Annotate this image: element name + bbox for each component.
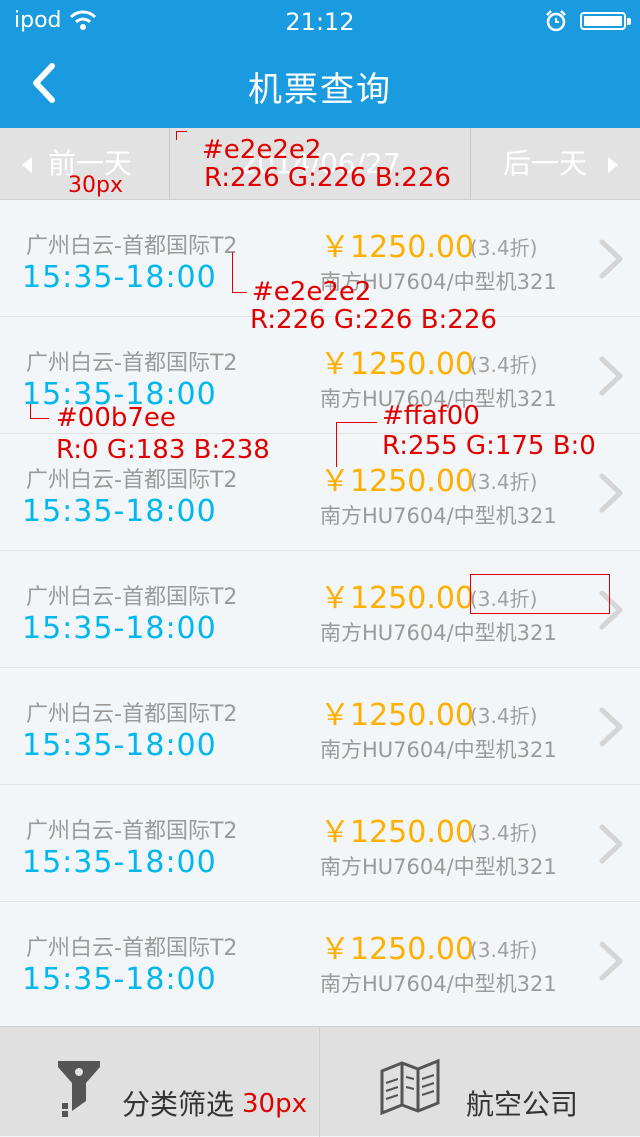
time-range: 15:35-18:00 bbox=[22, 260, 217, 295]
route-label: 广州白云-首都国际T2 bbox=[26, 702, 238, 727]
next-day-button[interactable]: 后一天 bbox=[470, 128, 640, 200]
tab-airline-label: 航空公司 bbox=[466, 1088, 579, 1121]
time-range: 15:35-18:00 bbox=[22, 377, 217, 412]
flight-info: 南方HU7604/中型机321 bbox=[320, 387, 557, 411]
chevron-right-icon bbox=[596, 823, 626, 865]
selected-date: 2014/06/27 bbox=[239, 147, 401, 180]
time-range: 15:35-18:00 bbox=[22, 611, 217, 646]
battery-icon bbox=[580, 12, 631, 30]
discount-label: (3.4折) bbox=[470, 938, 538, 962]
flight-info: 南方HU7604/中型机321 bbox=[320, 504, 557, 528]
discount-label: (3.4折) bbox=[470, 353, 538, 377]
route-label: 广州白云-首都国际T2 bbox=[26, 468, 238, 493]
next-day-label: 后一天 bbox=[503, 147, 588, 180]
price: ￥1250.00 bbox=[320, 464, 475, 499]
previous-day-label: 前一天 bbox=[48, 147, 133, 180]
flight-row[interactable]: 广州白云-首都国际T2 15:35-18:00 ￥1250.00 (3.4折) … bbox=[0, 785, 640, 902]
route-label: 广州白云-首都国际T2 bbox=[26, 819, 238, 844]
map-buildings-icon bbox=[378, 1057, 442, 1119]
route-label: 广州白云-首都国际T2 bbox=[26, 351, 238, 376]
discount-label: (3.4折) bbox=[470, 704, 538, 728]
status-bar: ipod 21:12 bbox=[0, 0, 640, 40]
price: ￥1250.00 bbox=[320, 932, 475, 967]
time-range: 15:35-18:00 bbox=[22, 962, 217, 997]
route-label: 广州白云-首都国际T2 bbox=[26, 936, 238, 961]
route-label: 广州白云-首都国际T2 bbox=[26, 585, 238, 610]
time-range: 15:35-18:00 bbox=[22, 845, 217, 880]
time-range: 15:35-18:00 bbox=[22, 494, 217, 529]
flight-row[interactable]: 广州白云-首都国际T2 15:35-18:00 ￥1250.00 (3.4折) … bbox=[0, 551, 640, 668]
chevron-right-icon bbox=[596, 706, 626, 748]
tab-airline[interactable]: 航空公司 bbox=[320, 1027, 640, 1137]
header-bar: 机票查询 bbox=[0, 40, 640, 128]
flight-info: 南方HU7604/中型机321 bbox=[320, 270, 557, 294]
discount-label: (3.4折) bbox=[470, 821, 538, 845]
tab-filter-label: 分类筛选 bbox=[122, 1088, 235, 1121]
time-range: 15:35-18:00 bbox=[22, 728, 217, 763]
chevron-right-icon bbox=[596, 238, 626, 280]
discount-label: (3.4折) bbox=[470, 236, 538, 260]
triangle-right-icon bbox=[608, 157, 618, 173]
flight-row[interactable]: 广州白云-首都国际T2 15:35-18:00 ￥1250.00 (3.4折) … bbox=[0, 317, 640, 434]
tab-filter[interactable]: 分类筛选 bbox=[0, 1027, 320, 1137]
price: ￥1250.00 bbox=[320, 815, 475, 850]
chevron-right-icon bbox=[596, 472, 626, 514]
discount-label: (3.4折) bbox=[470, 470, 538, 494]
flight-list: 广州白云-首都国际T2 15:35-18:00 ￥1250.00 (3.4折) … bbox=[0, 200, 640, 1026]
flight-info: 南方HU7604/中型机321 bbox=[320, 738, 557, 762]
date-bar: 前一天 2014/06/27 后一天 bbox=[0, 128, 640, 200]
price: ￥1250.00 bbox=[320, 347, 475, 382]
price: ￥1250.00 bbox=[320, 698, 475, 733]
previous-day-button[interactable]: 前一天 bbox=[0, 128, 170, 200]
flight-info: 南方HU7604/中型机321 bbox=[320, 855, 557, 879]
page-title: 机票查询 bbox=[248, 70, 392, 110]
bottom-tab-bar: 分类筛选 航空公司 bbox=[0, 1026, 640, 1137]
flight-row[interactable]: 广州白云-首都国际T2 15:35-18:00 ￥1250.00 (3.4折) … bbox=[0, 668, 640, 785]
flight-info: 南方HU7604/中型机321 bbox=[320, 972, 557, 996]
discount-label: (3.4折) bbox=[470, 587, 538, 611]
flight-row[interactable]: 广州白云-首都国际T2 15:35-18:00 ￥1250.00 (3.4折) … bbox=[0, 200, 640, 317]
filter-funnel-icon bbox=[56, 1057, 102, 1123]
price: ￥1250.00 bbox=[320, 230, 475, 265]
flight-row[interactable]: 广州白云-首都国际T2 15:35-18:00 ￥1250.00 (3.4折) … bbox=[0, 902, 640, 1026]
chevron-right-icon bbox=[596, 940, 626, 982]
chevron-right-icon bbox=[596, 589, 626, 631]
flight-row[interactable]: 广州白云-首都国际T2 15:35-18:00 ￥1250.00 (3.4折) … bbox=[0, 434, 640, 551]
flight-info: 南方HU7604/中型机321 bbox=[320, 621, 557, 645]
triangle-left-icon bbox=[22, 157, 32, 173]
price: ￥1250.00 bbox=[320, 581, 475, 616]
route-label: 广州白云-首都国际T2 bbox=[26, 234, 238, 259]
alarm-icon bbox=[544, 9, 568, 37]
chevron-right-icon bbox=[596, 355, 626, 397]
